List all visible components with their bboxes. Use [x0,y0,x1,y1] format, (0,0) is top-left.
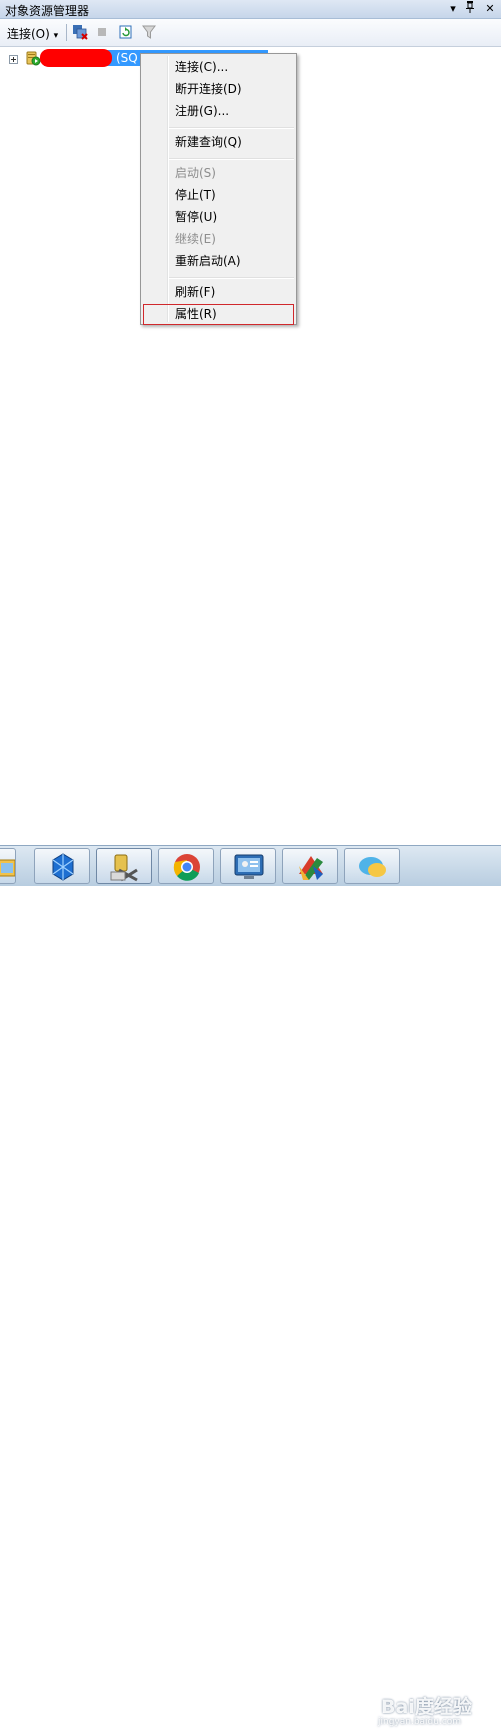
redacted-server-name [40,49,112,67]
connect-object-explorer-icon[interactable] [72,24,88,40]
window-position-dropdown-icon[interactable]: ▾ [446,1,460,16]
filter-icon[interactable] [141,24,157,40]
auto-hide-pin-icon[interactable] [463,1,477,16]
stop-icon[interactable] [94,24,110,40]
server-node-label: (SQ [116,51,138,65]
taskbar-chrome-button[interactable] [158,848,214,884]
menu-item-refresh[interactable]: 刷新(F) [143,282,294,303]
menu-item-connect[interactable]: 连接(C)... [143,57,294,78]
menu-item-restart[interactable]: 重新启动(A) [143,251,294,272]
connect-button-label: 连接(O) [7,27,50,41]
taskbar-sql-server-tools-button[interactable] [96,848,152,884]
object-explorer-toolbar: 连接(O) ▾ [0,19,501,47]
menu-item-register[interactable]: 注册(G)... [143,101,294,122]
window-title: 对象资源管理器 [5,4,90,18]
menu-separator [169,277,294,279]
windows-taskbar: Bai度经验 jingyan.baidu.com [0,845,501,1727]
taskbar-messenger-button[interactable] [344,848,400,884]
menu-item-properties[interactable]: 属性(R) [143,304,294,325]
watermark-url: jingyan.baidu.com [378,1717,462,1727]
toolbar-separator [66,24,67,41]
tree-expand-icon[interactable] [9,55,18,64]
menu-separator [169,127,294,129]
connect-dropdown-button[interactable]: 连接(O) ▾ [7,25,58,42]
taskbar-explorer-button[interactable] [0,848,16,884]
refresh-icon[interactable] [118,24,134,40]
context-menu: 连接(C)... 断开连接(D) 注册(G)... 新建查询(Q) 启动(S) 停止(T)… [140,53,297,325]
menu-item-start: 启动(S) [175,166,216,180]
chevron-down-icon: ▾ [53,31,59,41]
close-icon[interactable]: ✕ [483,1,497,16]
menu-item-resume: 继续(E) [175,232,216,246]
menu-separator [169,158,294,160]
menu-item-stop[interactable]: 停止(T) [143,185,294,206]
database-server-icon [25,50,41,66]
menu-item-disconnect[interactable]: 断开连接(D) [143,79,294,100]
taskbar-visual-studio-button[interactable] [34,848,90,884]
taskbar-pinned-app-button[interactable] [282,848,338,884]
menu-item-new-query[interactable]: 新建查询(Q) [143,132,294,153]
taskbar-remote-desktop-button[interactable] [220,848,276,884]
menu-item-pause[interactable]: 暂停(U) [143,207,294,228]
baidu-jingyan-watermark: Bai度经验 jingyan.baidu.com [375,1692,501,1730]
watermark-brand: Bai度经验 [381,1696,472,1718]
object-explorer-title-bar: 对象资源管理器 ▾ ✕ [0,0,501,19]
